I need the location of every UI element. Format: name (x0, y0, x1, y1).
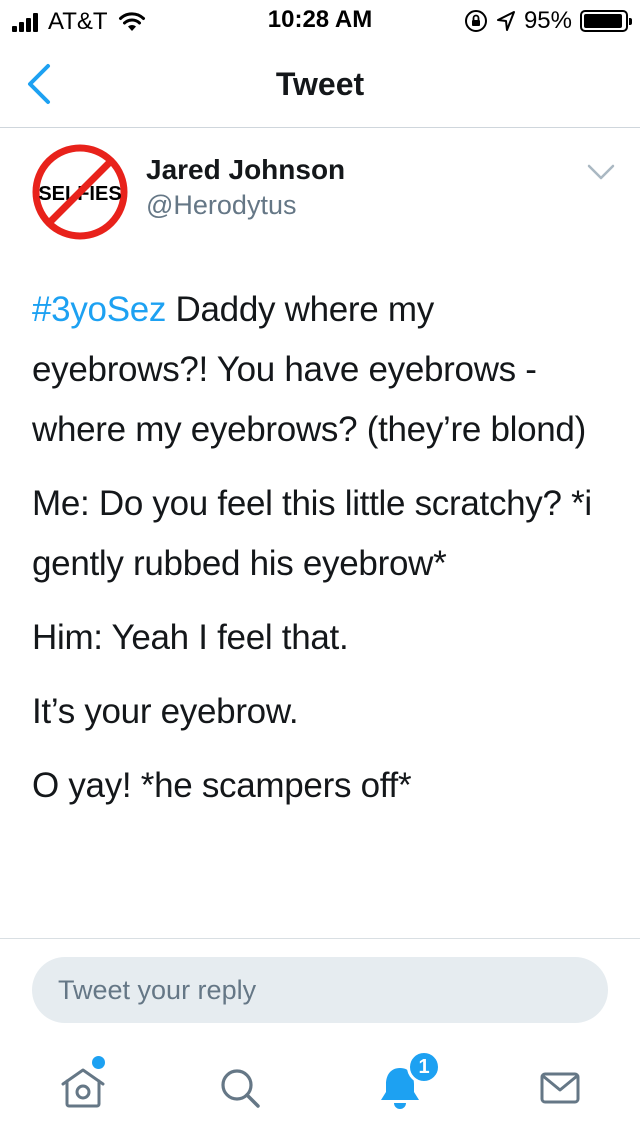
hashtag-link[interactable]: #3yoSez (32, 290, 166, 329)
tweet-paragraph: It’s your eyebrow. (32, 692, 299, 731)
author-handle[interactable]: @Herodytus (146, 190, 296, 221)
status-right: 95% (456, 7, 632, 35)
avatar[interactable]: SELFIES (32, 144, 128, 240)
battery-level-fill (584, 14, 622, 28)
orientation-lock-icon (464, 10, 487, 32)
battery-icon (580, 10, 632, 32)
tweet-paragraph: O yay! *he scampers off* (32, 766, 412, 805)
author-name[interactable]: Jared Johnson (146, 154, 345, 186)
tab-bar: 1 (0, 1036, 640, 1136)
page-title: Tweet (275, 66, 365, 102)
messages-icon (540, 1072, 580, 1104)
tweet-paragraph: Him: Yeah I feel that. (32, 618, 349, 657)
reply-bar (0, 938, 640, 1036)
no-selfies-logo: SELFIES (32, 144, 128, 240)
tweet-detail: SELFIES Jared Johnson @Herodytus #3yoSez… (0, 130, 640, 938)
tweet-text: #3yoSez Daddy where my eyebrows?! You ha… (32, 280, 612, 830)
tweet-menu-button[interactable] (586, 160, 616, 184)
tab-search[interactable] (210, 1058, 270, 1118)
reply-input[interactable] (32, 957, 608, 1023)
battery-percent: 95% (523, 7, 572, 34)
location-icon (496, 11, 515, 31)
tab-messages[interactable] (530, 1058, 590, 1118)
notification-badge: 1 (407, 1050, 441, 1084)
tweet-paragraph: #3yoSez Daddy where my eyebrows?! You ha… (32, 280, 612, 460)
nav-bar: Tweet (0, 40, 640, 128)
tweet-paragraph: Me: Do you feel this little scratchy? *i… (32, 484, 592, 583)
chevron-down-icon (587, 164, 615, 180)
tab-home[interactable] (53, 1058, 113, 1118)
home-new-indicator (92, 1056, 105, 1069)
status-bar: AT&T 10:28 AM 95% (0, 0, 640, 40)
search-icon (221, 1069, 260, 1108)
home-icon (61, 1068, 105, 1108)
